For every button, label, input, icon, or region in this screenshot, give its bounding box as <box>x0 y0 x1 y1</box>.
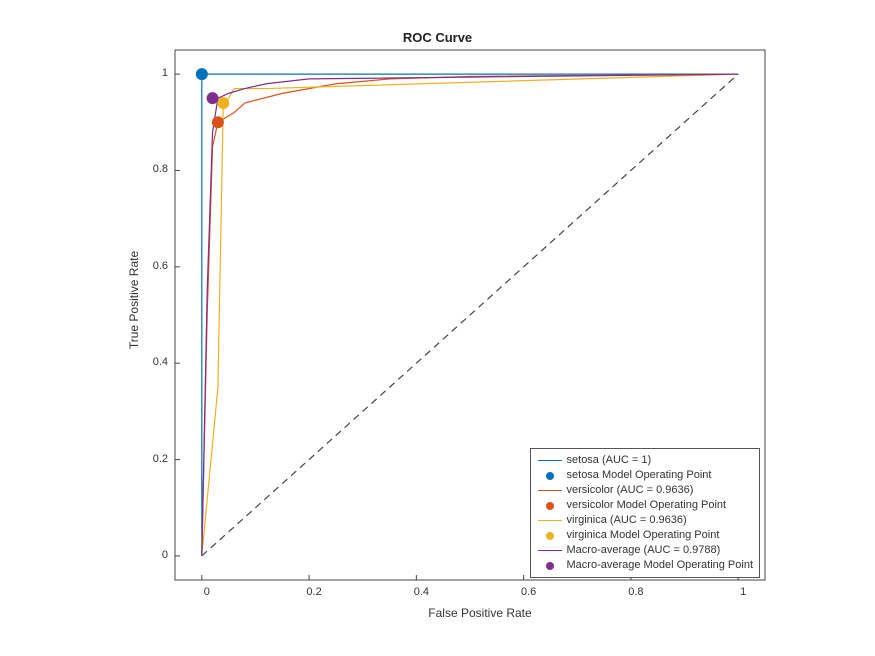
x-axis-label: False Positive Rate <box>410 606 550 620</box>
x-tick-label: 0.4 <box>406 586 436 598</box>
legend-line-icon <box>537 454 563 468</box>
legend-item: setosa (AUC = 1) <box>537 453 753 468</box>
legend-label: virginica (AUC = 0.9636) <box>567 513 687 528</box>
legend-item: Macro-average (AUC = 0.9788) <box>537 543 753 558</box>
y-tick-label: 0.4 <box>140 356 168 368</box>
legend-marker-icon <box>537 499 563 513</box>
x-tick-label: 1 <box>728 586 758 598</box>
operating-point-marker <box>218 98 229 109</box>
y-tick-label: 0.2 <box>140 453 168 465</box>
legend-label: Macro-average Model Operating Point <box>567 558 753 573</box>
figure: ROC Curve False Positive Rate True Posit… <box>0 0 875 656</box>
legend-label: virginica Model Operating Point <box>567 528 720 543</box>
legend-item: versicolor Model Operating Point <box>537 498 753 513</box>
legend-marker-icon <box>537 469 563 483</box>
legend-item: Macro-average Model Operating Point <box>537 558 753 573</box>
x-tick-label: 0.2 <box>299 586 329 598</box>
y-tick-label: 0.8 <box>140 163 168 175</box>
legend-item: virginica (AUC = 0.9636) <box>537 513 753 528</box>
operating-point-marker <box>196 69 207 80</box>
y-tick-label: 0.6 <box>140 260 168 272</box>
x-tick-label: 0.8 <box>621 586 651 598</box>
legend-label: Macro-average (AUC = 0.9788) <box>567 543 721 558</box>
x-tick-label: 0.6 <box>514 586 544 598</box>
legend-label: setosa (AUC = 1) <box>567 453 652 468</box>
legend-item: virginica Model Operating Point <box>537 528 753 543</box>
legend-label: versicolor Model Operating Point <box>567 498 727 513</box>
operating-point-marker <box>207 93 218 104</box>
legend-marker-icon <box>537 529 563 543</box>
legend-item: versicolor (AUC = 0.9636) <box>537 483 753 498</box>
legend: setosa (AUC = 1)setosa Model Operating P… <box>530 448 760 578</box>
y-tick-label: 0 <box>140 549 168 561</box>
legend-marker-icon <box>537 559 563 573</box>
legend-label: versicolor (AUC = 0.9636) <box>567 483 694 498</box>
legend-item: setosa Model Operating Point <box>537 468 753 483</box>
legend-line-icon <box>537 544 563 558</box>
legend-line-icon <box>537 484 563 498</box>
operating-point-marker <box>212 117 223 128</box>
legend-label: setosa Model Operating Point <box>567 468 712 483</box>
y-axis-label: True Positive Rate <box>127 230 141 370</box>
x-tick-label: 0 <box>192 586 222 598</box>
y-tick-label: 1 <box>140 67 168 79</box>
legend-line-icon <box>537 514 563 528</box>
